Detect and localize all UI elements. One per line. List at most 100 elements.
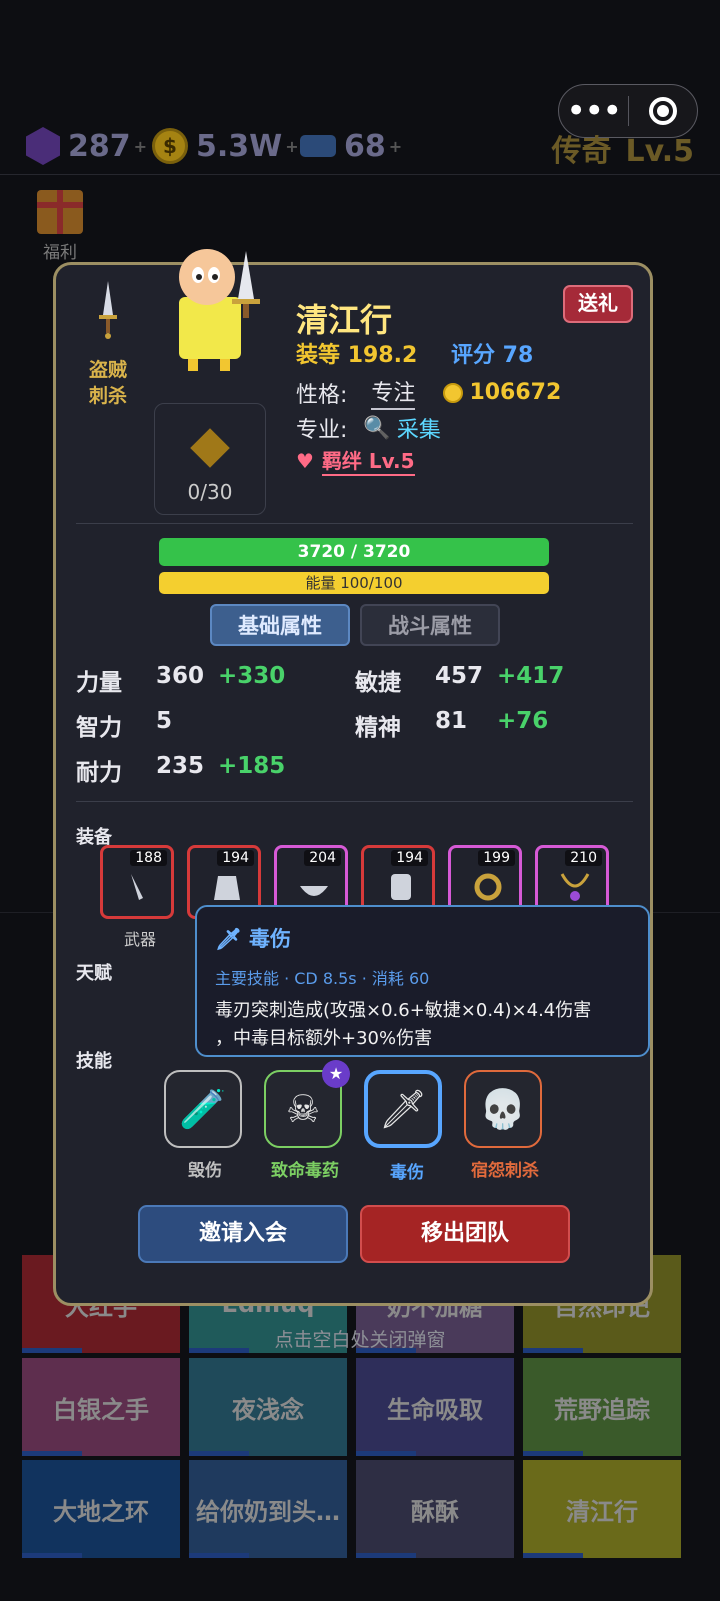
- hero-avatar: [179, 249, 260, 371]
- equipment-level: 188: [130, 850, 167, 866]
- coin-counter[interactable]: $ 5.3W +: [152, 124, 299, 168]
- member-tile[interactable]: 酥酥: [356, 1460, 514, 1558]
- gem-plus: +: [133, 136, 148, 156]
- equipment-level: 194: [217, 850, 254, 866]
- gold-coin-icon: [443, 382, 464, 403]
- inventory-slot[interactable]: 0/30: [154, 403, 266, 515]
- heart-icon: ♥: [296, 448, 314, 473]
- tooltip-title: 毒伤: [248, 927, 291, 951]
- skill-slot-skull-crossbones[interactable]: ☠ 致命毒药 ★: [264, 1060, 350, 1181]
- class-name: 盗贼: [88, 359, 127, 381]
- stat-value: 235: [156, 753, 205, 779]
- skills-heading: 技能: [76, 1051, 112, 1072]
- skill-slot-skull[interactable]: 💀 宿怨刺杀: [464, 1070, 542, 1181]
- personality-label: 性格:: [296, 382, 348, 408]
- member-tile[interactable]: 白银之手: [22, 1358, 180, 1456]
- skill-label: 致命毒药: [271, 1161, 339, 1181]
- member-tile-name: 生命吸取: [387, 1395, 483, 1424]
- gear-score: 198.2: [347, 343, 418, 368]
- score-line: 装等 198.2 评分 78: [296, 337, 533, 369]
- gem-counter[interactable]: 287 +: [26, 124, 147, 168]
- hero-name: 清江行: [296, 301, 393, 339]
- stat-bonus: +330: [218, 663, 286, 689]
- member-tile-name: 酥酥: [411, 1497, 459, 1526]
- stat-value: 457: [435, 663, 484, 689]
- gloves-icon: [384, 870, 418, 904]
- stat-spirit: 精神 81 +76: [355, 708, 615, 741]
- member-tile[interactable]: 大地之环: [22, 1460, 180, 1558]
- rank-title: 传奇: [551, 134, 612, 169]
- member-tile-name: 大地之环: [53, 1497, 149, 1526]
- remove-from-team-button[interactable]: 移出团队: [360, 1205, 570, 1263]
- class-spec: 刺杀: [88, 385, 127, 407]
- stat-agility: 敏捷 457 +417: [355, 663, 615, 696]
- bond-level: 羁绊 Lv.5: [321, 445, 415, 476]
- tab-combat-attributes[interactable]: 战斗属性: [360, 604, 500, 646]
- member-tile[interactable]: 给你奶到头…: [189, 1460, 347, 1558]
- armor-icon: [210, 870, 244, 904]
- weapon-icon: [123, 870, 157, 904]
- stat-bonus: +76: [497, 708, 549, 734]
- member-tile[interactable]: 荒野追踪: [523, 1358, 681, 1456]
- tab-basic-attributes[interactable]: 基础属性: [210, 604, 350, 646]
- stat-bonus: +185: [218, 753, 286, 779]
- member-tile[interactable]: 生命吸取: [356, 1358, 514, 1456]
- section-divider: [76, 801, 633, 802]
- skull-icon: 💀: [479, 1086, 527, 1131]
- skill-slot-dagger[interactable]: 🗡 毒伤: [364, 1070, 442, 1183]
- member-tile[interactable]: 夜浅念: [189, 1358, 347, 1456]
- sidebar-welfare[interactable]: 福利: [30, 190, 90, 263]
- coin-plus: +: [285, 136, 299, 156]
- class-label: 盗贼 刺杀: [80, 357, 136, 409]
- magnifier-icon: 🔍: [363, 415, 391, 441]
- necklace-icon: [558, 870, 592, 904]
- skill-label: 宿怨刺杀: [471, 1161, 539, 1181]
- skill-slot-potion[interactable]: 🧪 毁伤: [164, 1070, 242, 1181]
- ring-icon: [471, 870, 505, 904]
- close-hint[interactable]: 点击空白处关闭弹窗: [0, 1325, 720, 1352]
- guild-rank: 传奇 Lv.5: [552, 126, 695, 170]
- stat-name: 力量: [76, 670, 122, 696]
- member-tile-bar: [22, 1451, 82, 1456]
- member-tile-name: 荒野追踪: [554, 1395, 650, 1424]
- member-tile-bar: [356, 1553, 416, 1558]
- personality-line: 性格: 专注 106672: [296, 375, 561, 410]
- gem-value: 287: [68, 128, 131, 164]
- rank-level: Lv.5: [625, 134, 695, 169]
- profession-line: 专业: 🔍 采集: [296, 412, 441, 444]
- member-tile-bar: [189, 1451, 249, 1456]
- equipment-level: 204: [304, 850, 341, 866]
- skill-tooltip: 🗡 毒伤 主要技能 · CD 8.5s · 消耗 60 毒刃突刺造成(攻强×0.…: [195, 905, 650, 1057]
- section-divider: [76, 523, 633, 524]
- member-tile-bar: [523, 1553, 583, 1558]
- ticket-counter[interactable]: 68 +: [300, 124, 402, 168]
- personality-value[interactable]: 专注: [371, 375, 416, 410]
- hero-gold: 106672: [469, 380, 562, 405]
- energy-bar: 能量 100/100: [159, 572, 549, 594]
- equipment-label: 武器: [123, 930, 156, 949]
- star-badge-icon: ★: [322, 1060, 350, 1088]
- stat-intellect: 智力 5: [76, 708, 336, 741]
- tooltip-line: ，中毒目标额外+30%伤害: [215, 1028, 433, 1049]
- bond-line[interactable]: ♥ 羁绊 Lv.5: [296, 445, 415, 476]
- equipment-level: 210: [565, 850, 602, 866]
- member-tile-bar: [356, 1451, 416, 1456]
- member-tile-bar: [523, 1451, 583, 1456]
- potion-icon: 🧪: [179, 1086, 227, 1131]
- dagger-icon: 🗡: [215, 927, 242, 951]
- hp-bar: 3720 / 3720: [159, 538, 549, 566]
- target-icon: [648, 97, 677, 125]
- gift-box-icon: [37, 190, 83, 234]
- equipment-slot-weapon[interactable]: 188 武器: [100, 845, 174, 949]
- close-program-button[interactable]: [629, 97, 698, 125]
- send-gift-button[interactable]: 送礼: [563, 285, 633, 323]
- invite-to-guild-button[interactable]: 邀请入会: [138, 1205, 348, 1263]
- stat-stamina: 耐力 235 +185: [76, 753, 336, 786]
- stat-value: 81: [435, 708, 468, 734]
- stat-name: 敏捷: [355, 670, 401, 696]
- stat-strength: 力量 360 +330: [76, 663, 336, 696]
- equipment-level: 199: [478, 850, 515, 866]
- member-tile[interactable]: 清江行: [523, 1460, 681, 1558]
- sidebar-welfare-label: 福利: [43, 243, 77, 263]
- skull-crossbones-icon: ☠: [285, 1087, 321, 1131]
